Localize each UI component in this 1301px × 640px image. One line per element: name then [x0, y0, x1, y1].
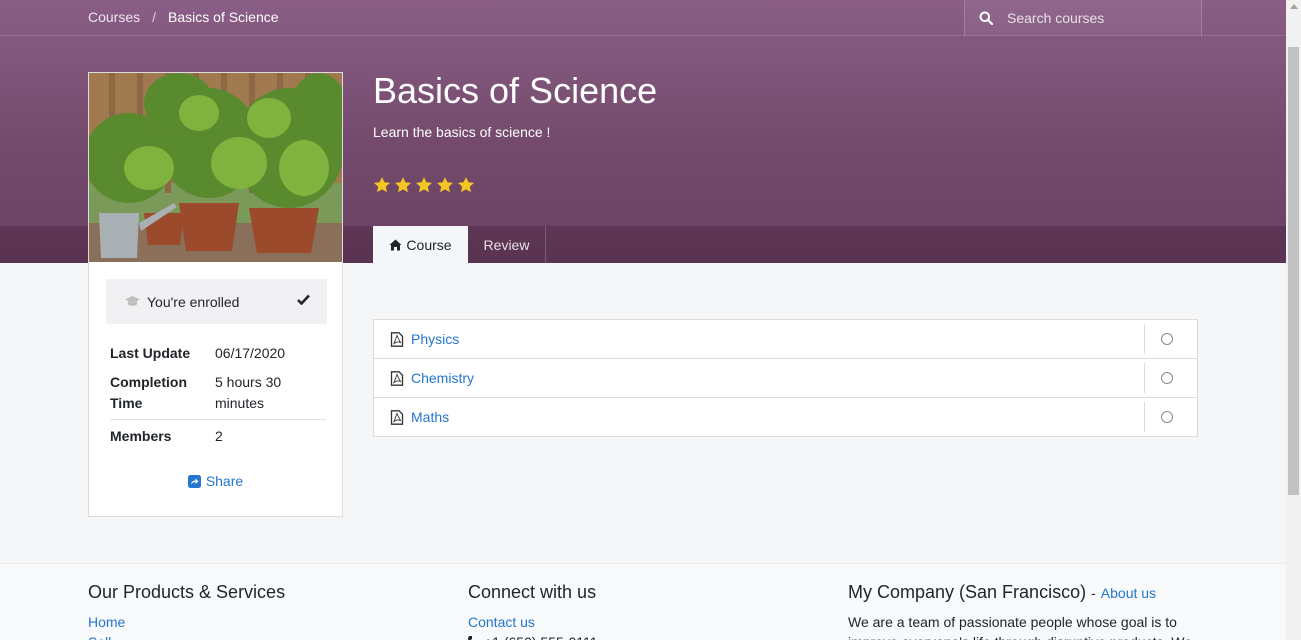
home-icon — [389, 239, 402, 250]
star-icon — [436, 177, 454, 193]
lesson-status-icon — [1161, 372, 1173, 384]
footer-contact-link[interactable]: Contact us — [468, 612, 598, 632]
course-title: Basics of Science — [373, 70, 658, 111]
lesson-list: Physics Chemistry Maths — [373, 319, 1198, 437]
footer-connect-heading: Connect with us — [468, 582, 597, 602]
star-icon — [457, 177, 475, 193]
breadcrumb-separator: / — [152, 9, 157, 25]
footer-company-text: We are a team of passionate people whose… — [848, 614, 1192, 640]
lesson-link[interactable]: Maths — [411, 409, 449, 425]
star-icon — [394, 177, 412, 193]
scroll-up-arrow[interactable] — [1290, 4, 1298, 9]
enrolled-label: You're enrolled — [147, 293, 240, 310]
lesson-link[interactable]: Chemistry — [411, 370, 474, 386]
search-input[interactable] — [1007, 10, 1187, 26]
file-pdf-icon — [390, 370, 404, 386]
footer-products-heading: Our Products & Services — [88, 582, 286, 602]
members-label: Members — [110, 428, 172, 444]
lesson-divider — [1144, 402, 1145, 432]
footer-company: My Company (San Francisco) - About us We… — [848, 582, 1193, 640]
completion-value-line2: minutes — [215, 395, 265, 411]
star-icon — [415, 177, 433, 193]
course-side-card: You're enrolled Last Update 06/17/2020 C… — [88, 72, 343, 517]
lesson-divider — [1144, 324, 1145, 354]
star-icon — [373, 177, 391, 193]
search-icon[interactable] — [979, 11, 993, 25]
course-meta: Last Update 06/17/2020 Completion Time 5… — [110, 343, 326, 447]
enrolled-status: You're enrolled — [106, 279, 327, 324]
last-update-label: Last Update — [110, 345, 191, 361]
members-value: 2 — [215, 428, 223, 444]
course-subtitle: Learn the basics of science ! — [373, 124, 551, 140]
footer-products: Our Products & Services Home Sell — [88, 582, 285, 640]
meta-last-update: Last Update 06/17/2020 — [110, 343, 326, 372]
search-box[interactable] — [964, 0, 1202, 36]
footer-connect: Connect with us Contact us +1 (650) 555-… — [468, 582, 598, 640]
last-update-value: 06/17/2020 — [215, 345, 286, 361]
completion-label-line1: Completion — [110, 374, 187, 390]
completion-time-value: 5 hours 30 minutes — [215, 372, 326, 419]
footer-phone-number: +1 (650) 555-0111 — [484, 632, 598, 640]
breadcrumb: Courses / Basics of Science — [88, 9, 279, 25]
file-pdf-icon — [390, 409, 404, 425]
graduation-cap-icon — [125, 296, 140, 306]
list-item: Maths — [374, 398, 1197, 436]
scrollbar-thumb[interactable] — [1288, 47, 1299, 495]
tab-course[interactable]: Course — [373, 226, 468, 263]
lesson-status-icon — [1161, 333, 1173, 345]
phone-icon — [468, 636, 472, 640]
footer-about-link[interactable]: About us — [1101, 585, 1156, 601]
breadcrumb-courses-link[interactable]: Courses — [88, 9, 140, 25]
course-image — [89, 73, 342, 262]
completion-time-label: Completion Time — [110, 372, 215, 419]
completion-value-line1: 5 hours 30 — [215, 374, 282, 390]
top-bar: Courses / Basics of Science — [0, 0, 1286, 36]
footer-link-home[interactable]: Home — [88, 612, 285, 632]
footer-link-sell[interactable]: Sell — [88, 632, 285, 640]
footer-company-separator: - — [1091, 585, 1096, 601]
list-item: Chemistry — [374, 359, 1197, 398]
rating-stars — [373, 176, 475, 194]
footer-company-heading: My Company (San Francisco) - About us — [848, 582, 1193, 603]
share-icon — [187, 474, 201, 488]
meta-members: Members 2 — [110, 420, 326, 447]
lesson-status-icon — [1161, 411, 1173, 423]
list-item: Physics — [374, 320, 1197, 359]
tab-review-label: Review — [483, 236, 530, 253]
completion-label-line2: Time — [110, 395, 143, 411]
tab-course-label: Course — [406, 236, 452, 253]
share-label: Share — [205, 473, 244, 489]
footer-phone: +1 (650) 555-0111 — [468, 632, 598, 640]
footer: Our Products & Services Home Sell Connec… — [0, 563, 1286, 640]
share-link[interactable]: Share — [89, 473, 342, 489]
lesson-divider — [1144, 363, 1145, 393]
file-pdf-icon — [390, 331, 404, 347]
meta-completion-time: Completion Time 5 hours 30 minutes — [110, 372, 326, 420]
lesson-link[interactable]: Physics — [411, 331, 459, 347]
footer-company-name: My Company (San Francisco) — [848, 582, 1087, 602]
check-icon — [297, 294, 310, 305]
tab-review[interactable]: Review — [468, 226, 546, 263]
breadcrumb-current: Basics of Science — [168, 9, 279, 25]
